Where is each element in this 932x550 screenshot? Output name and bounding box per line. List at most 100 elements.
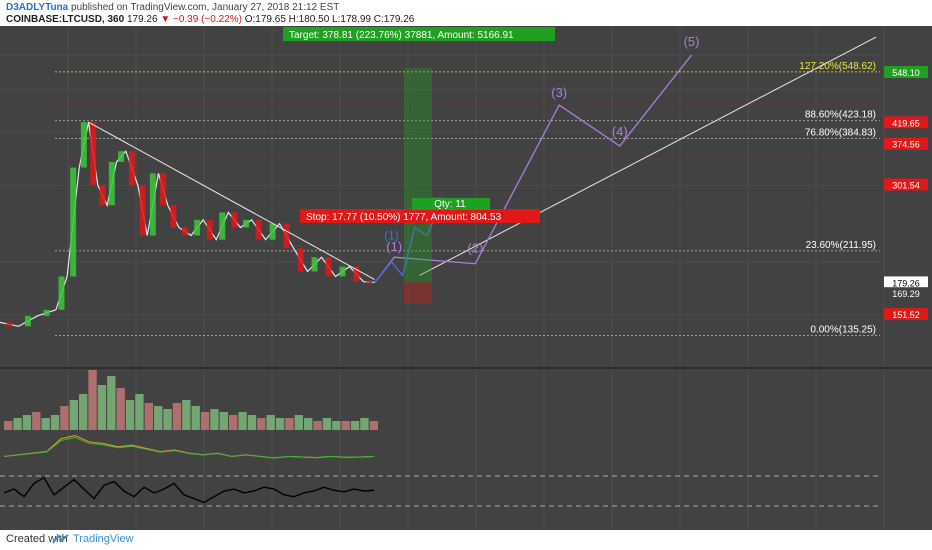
candle-bar bbox=[128, 151, 135, 186]
fib-level-label: 23.60%(211.95) bbox=[806, 240, 876, 251]
volume-bar bbox=[144, 403, 153, 430]
volume-bar bbox=[154, 406, 163, 430]
price-line bbox=[0, 122, 375, 327]
volume-bar bbox=[69, 400, 78, 430]
fib-level-label: 0.00%(135.25) bbox=[810, 324, 876, 335]
price-tag-label: 301.54 bbox=[892, 181, 920, 191]
price-tag-label: 179.26 bbox=[892, 278, 920, 288]
close-price-header: 179.26 bbox=[126, 14, 158, 25]
stop-zone bbox=[404, 282, 432, 304]
volume-bar bbox=[116, 388, 125, 430]
wave-label-major: (4) bbox=[612, 124, 628, 139]
volume-bar bbox=[247, 415, 257, 430]
candle-bar bbox=[149, 173, 156, 236]
price-chart[interactable]: 127.20%(548.62) 88.60%(423.18) 76.80%(384.… bbox=[0, 26, 932, 530]
volume-bar bbox=[238, 412, 247, 430]
tradingview-brand[interactable]: TradingView bbox=[73, 533, 134, 545]
candle-bar bbox=[243, 219, 250, 228]
volume-bar bbox=[304, 418, 313, 430]
footer: Created with TradingView bbox=[0, 530, 932, 550]
candle-bar bbox=[99, 185, 106, 206]
candle-bar bbox=[366, 281, 373, 284]
ohlc-line: COINBASE:LTCUSD, 360 179.26 ▼ −0.39 (−0.… bbox=[6, 14, 414, 25]
price-tag-label: 374.56 bbox=[892, 140, 920, 150]
candle-bar bbox=[139, 185, 146, 236]
trendline bbox=[88, 121, 375, 281]
rsi-line bbox=[3, 476, 375, 504]
oscillator-line bbox=[3, 435, 375, 459]
volume-bar bbox=[266, 415, 275, 430]
wave-label-major: (5) bbox=[684, 34, 700, 49]
candle-bar bbox=[90, 122, 97, 186]
target-label: Target: 378.81 (223.76%) 37881, Amount: … bbox=[283, 27, 555, 41]
volume-bar bbox=[257, 418, 266, 430]
candle-bar bbox=[219, 212, 226, 240]
candle-bar bbox=[118, 151, 125, 162]
wave-label-major: (2) bbox=[467, 241, 483, 256]
volume-bar bbox=[229, 415, 238, 430]
volume-bar bbox=[191, 406, 200, 430]
candle-bar bbox=[43, 309, 50, 316]
chart-header: D3ADLYTuna published on TradingView.com,… bbox=[0, 0, 932, 26]
price-tag-label: 151.52 bbox=[892, 310, 920, 320]
volume-bar bbox=[182, 400, 191, 430]
volume-bar bbox=[285, 418, 294, 430]
volume-bar bbox=[107, 376, 116, 430]
qty-label-text: Qty: 11 bbox=[434, 199, 466, 210]
candle-bar bbox=[6, 322, 13, 327]
fib-level-label: 127.20%(548.62) bbox=[799, 61, 876, 72]
stop-label: Stop: 17.77 (10.50%) 1777, Amount: 804.5… bbox=[300, 209, 540, 223]
publish-line: D3ADLYTuna published on TradingView.com,… bbox=[6, 2, 339, 13]
volume-bar bbox=[332, 421, 341, 430]
candle-bar bbox=[311, 257, 318, 272]
volume-bar bbox=[341, 421, 350, 430]
volume-bar bbox=[219, 412, 228, 430]
wave-label-major: (3) bbox=[551, 85, 567, 100]
target-label-text: Target: 378.81 (223.76%) 37881, Amount: … bbox=[289, 30, 514, 41]
candle-bar bbox=[160, 173, 167, 206]
volume-bar bbox=[369, 421, 378, 430]
volume-bar bbox=[13, 418, 22, 430]
target-zone bbox=[404, 68, 432, 283]
candle-bar bbox=[339, 266, 346, 277]
candle-bar bbox=[194, 219, 201, 236]
volume-bar bbox=[88, 370, 97, 430]
price-tag-label: 548.10 bbox=[892, 68, 920, 78]
candle-bar bbox=[325, 257, 332, 277]
publish-info: published on TradingView.com, January 27… bbox=[71, 2, 340, 13]
fib-level-label: 76.80%(384.83) bbox=[805, 128, 876, 139]
volume-bar bbox=[163, 409, 172, 430]
volume-bar bbox=[275, 418, 285, 430]
candle-bar bbox=[255, 219, 262, 240]
fib-level-label: 88.60%(423.18) bbox=[805, 110, 876, 121]
chart-area[interactable]: 127.20%(548.62) 88.60%(423.18) 76.80%(384.… bbox=[0, 26, 932, 530]
volume-bar bbox=[41, 418, 50, 430]
tradingview-logo-icon bbox=[52, 534, 69, 544]
volume-bar bbox=[50, 415, 60, 430]
volume-bar bbox=[97, 385, 107, 430]
price-tag-label: 419.65 bbox=[892, 118, 920, 128]
candle-bar bbox=[182, 227, 189, 236]
candle-bar bbox=[108, 161, 115, 206]
candle-bar bbox=[24, 315, 31, 327]
volume-bar bbox=[360, 418, 369, 430]
author-link[interactable]: D3ADLYTuna bbox=[6, 2, 68, 13]
high-value: H:180.50 bbox=[288, 14, 330, 25]
candle-bar bbox=[283, 223, 290, 249]
volume-bar bbox=[22, 415, 32, 430]
qty-label: Qty: 11 bbox=[412, 198, 490, 210]
candle-bar bbox=[269, 223, 276, 240]
volume-bar bbox=[4, 421, 13, 430]
price-tag-label: 169.29 bbox=[892, 289, 920, 299]
open-value: O:179.65 bbox=[244, 14, 286, 25]
volume-bar bbox=[32, 412, 41, 430]
candle-bar bbox=[58, 276, 65, 310]
volume-bar bbox=[294, 415, 303, 430]
volume-bar bbox=[125, 400, 135, 430]
volume-bar bbox=[313, 421, 322, 430]
volume-bar bbox=[210, 409, 219, 430]
close-value: C:179.26 bbox=[373, 14, 415, 25]
volume-bar bbox=[350, 421, 360, 430]
volume-bar bbox=[172, 403, 182, 430]
wave-label-minor: (1) bbox=[384, 229, 399, 243]
